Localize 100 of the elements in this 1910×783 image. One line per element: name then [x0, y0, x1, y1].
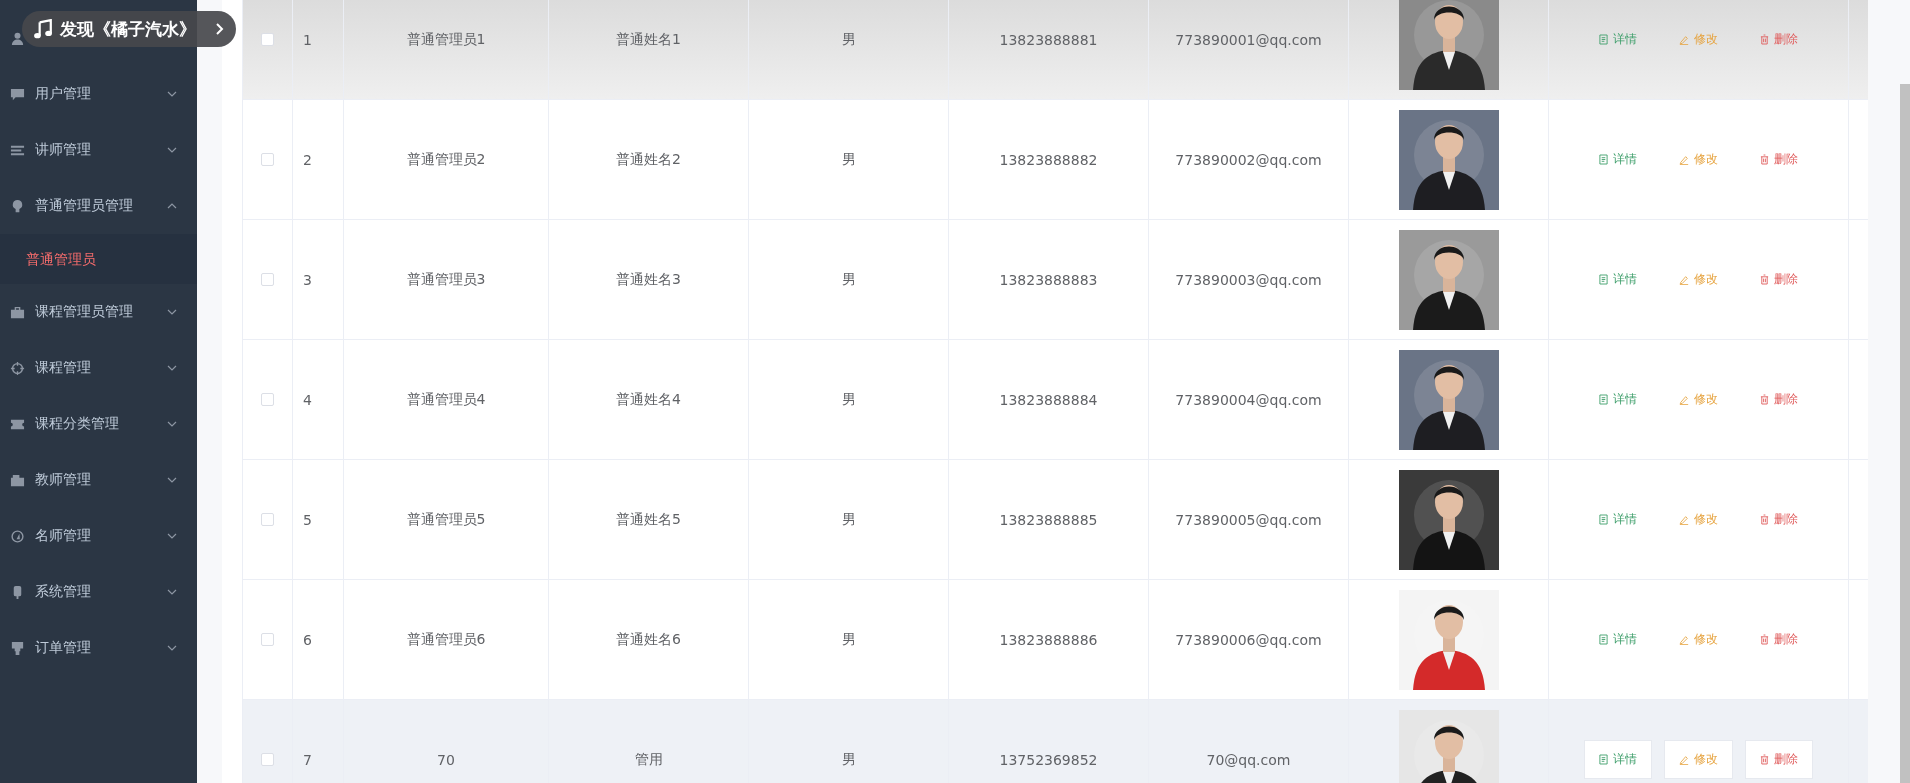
table-cell: 70@qq.com — [1206, 751, 1291, 768]
target-icon — [10, 360, 25, 376]
table-cell: 普通管理员1 — [406, 30, 486, 49]
document-icon — [1599, 634, 1608, 645]
document-icon — [1599, 154, 1608, 165]
menu-label: 讲师管理 — [35, 141, 92, 159]
trash-icon — [1760, 394, 1769, 405]
table-cell: 773890003@qq.com — [1175, 271, 1322, 288]
edit-button[interactable]: 修改 — [1664, 740, 1733, 779]
trash-icon — [1760, 634, 1769, 645]
detail-button[interactable]: 详情 — [1584, 380, 1652, 419]
delete-button[interactable]: 删除 — [1745, 20, 1813, 59]
edit-button[interactable]: 修改 — [1664, 500, 1733, 539]
delete-button[interactable]: 删除 — [1745, 620, 1813, 659]
music-note-icon — [34, 19, 52, 39]
document-icon — [1599, 754, 1608, 765]
table-cell: 男 — [841, 270, 856, 289]
menu-item[interactable]: 用户管理 — [0, 66, 197, 122]
delete-button[interactable]: 删除 — [1745, 380, 1813, 419]
checkbox[interactable] — [261, 513, 274, 526]
table-cell: 773890005@qq.com — [1175, 511, 1322, 528]
delete-button[interactable]: 删除 — [1745, 500, 1813, 539]
menu-item[interactable]: 普通管理员管理 — [0, 178, 197, 234]
table-cell: 普通姓名3 — [616, 270, 681, 289]
trash-icon — [1760, 154, 1769, 165]
delete-button[interactable]: 删除 — [1745, 260, 1813, 299]
menu-item[interactable]: 名师管理 — [0, 508, 197, 564]
checkbox[interactable] — [261, 273, 274, 286]
trash-icon — [1760, 274, 1769, 285]
edit-button[interactable]: 修改 — [1664, 380, 1733, 419]
table-cell: 普通管理员4 — [406, 390, 486, 409]
pencil-icon — [1679, 34, 1689, 45]
menu-item[interactable]: 课程分类管理 — [0, 396, 197, 452]
menu-item[interactable]: 讲师管理 — [0, 122, 197, 178]
checkbox[interactable] — [261, 153, 274, 166]
table-cell: 普通姓名2 — [616, 150, 681, 169]
pencil-icon — [1679, 274, 1689, 285]
submenu-item[interactable]: 普通管理员 — [0, 234, 197, 284]
pencil-icon — [1679, 394, 1689, 405]
checkbox[interactable] — [261, 33, 274, 46]
stamp-icon — [10, 640, 25, 656]
delete-button[interactable]: 删除 — [1745, 740, 1813, 779]
menu-item[interactable]: 教师管理 — [0, 452, 197, 508]
edit-button[interactable]: 修改 — [1664, 140, 1733, 179]
document-icon — [1599, 274, 1608, 285]
table-cell: 773890002@qq.com — [1175, 151, 1322, 168]
table-cell: 普通姓名4 — [616, 390, 681, 409]
edit-button[interactable]: 修改 — [1664, 260, 1733, 299]
document-icon — [1599, 514, 1608, 525]
checkbox[interactable] — [261, 393, 274, 406]
table-cell: 男 — [841, 150, 856, 169]
table-cell: 男 — [841, 30, 856, 49]
table-cell: 13823888882 — [999, 151, 1098, 168]
menu-label: 普通管理员管理 — [35, 197, 134, 215]
table-cell: 13823888886 — [999, 631, 1098, 648]
edit-button[interactable]: 修改 — [1664, 620, 1733, 659]
detail-button[interactable]: 详情 — [1584, 500, 1652, 539]
delete-button[interactable]: 删除 — [1745, 140, 1813, 179]
table-cell: 1 — [303, 31, 312, 48]
menu-label: 课程分类管理 — [35, 415, 120, 433]
menu-label: 课程管理 — [35, 359, 92, 377]
table-cell: 6 — [303, 631, 312, 648]
trash-icon — [1760, 514, 1769, 525]
detail-button[interactable]: 详情 — [1584, 260, 1652, 299]
document-icon — [1599, 34, 1608, 45]
table-cell: 7 — [303, 751, 312, 768]
checkbox[interactable] — [261, 633, 274, 646]
menu-label: 系统管理 — [35, 583, 92, 601]
table-cell: 773890001@qq.com — [1175, 31, 1322, 48]
detail-button[interactable]: 详情 — [1584, 620, 1652, 659]
table-cell: 男 — [841, 510, 856, 529]
table-cell: 3 — [303, 271, 312, 288]
detail-button[interactable]: 详情 — [1584, 20, 1652, 59]
table-cell: 男 — [841, 750, 856, 769]
pencil-icon — [1679, 154, 1689, 165]
toast-text: 发现《橘子汽水》 — [60, 17, 196, 41]
menu-item[interactable]: 课程管理员管理 — [0, 284, 197, 340]
menu-item[interactable]: 系统管理 — [0, 564, 197, 620]
detail-button[interactable]: 详情 — [1584, 740, 1652, 779]
person-icon — [10, 30, 25, 46]
table-cell: 普通管理员5 — [406, 510, 486, 529]
pencil-icon — [1679, 514, 1689, 525]
table-cell: 13823888881 — [999, 31, 1098, 48]
table-cell: 普通姓名1 — [616, 30, 681, 49]
pencil-icon — [1679, 634, 1689, 645]
music-toast[interactable]: 发现《橘子汽水》 — [22, 11, 236, 47]
menu-label: 名师管理 — [35, 527, 92, 545]
menu-label: 课程管理员管理 — [35, 303, 134, 321]
table-cell: 13752369852 — [999, 751, 1098, 768]
detail-button[interactable]: 详情 — [1584, 140, 1652, 179]
chat-icon — [10, 86, 25, 102]
pencil-icon — [1679, 754, 1689, 765]
menu-item[interactable]: 课程管理 — [0, 340, 197, 396]
table-cell: 男 — [841, 390, 856, 409]
table-cell: 4 — [303, 391, 312, 408]
table-cell: 5 — [303, 511, 312, 528]
menu-item[interactable]: 订单管理 — [0, 620, 197, 676]
trash-icon — [1760, 34, 1769, 45]
checkbox[interactable] — [261, 753, 274, 766]
table-cell: 普通姓名6 — [616, 630, 681, 649]
